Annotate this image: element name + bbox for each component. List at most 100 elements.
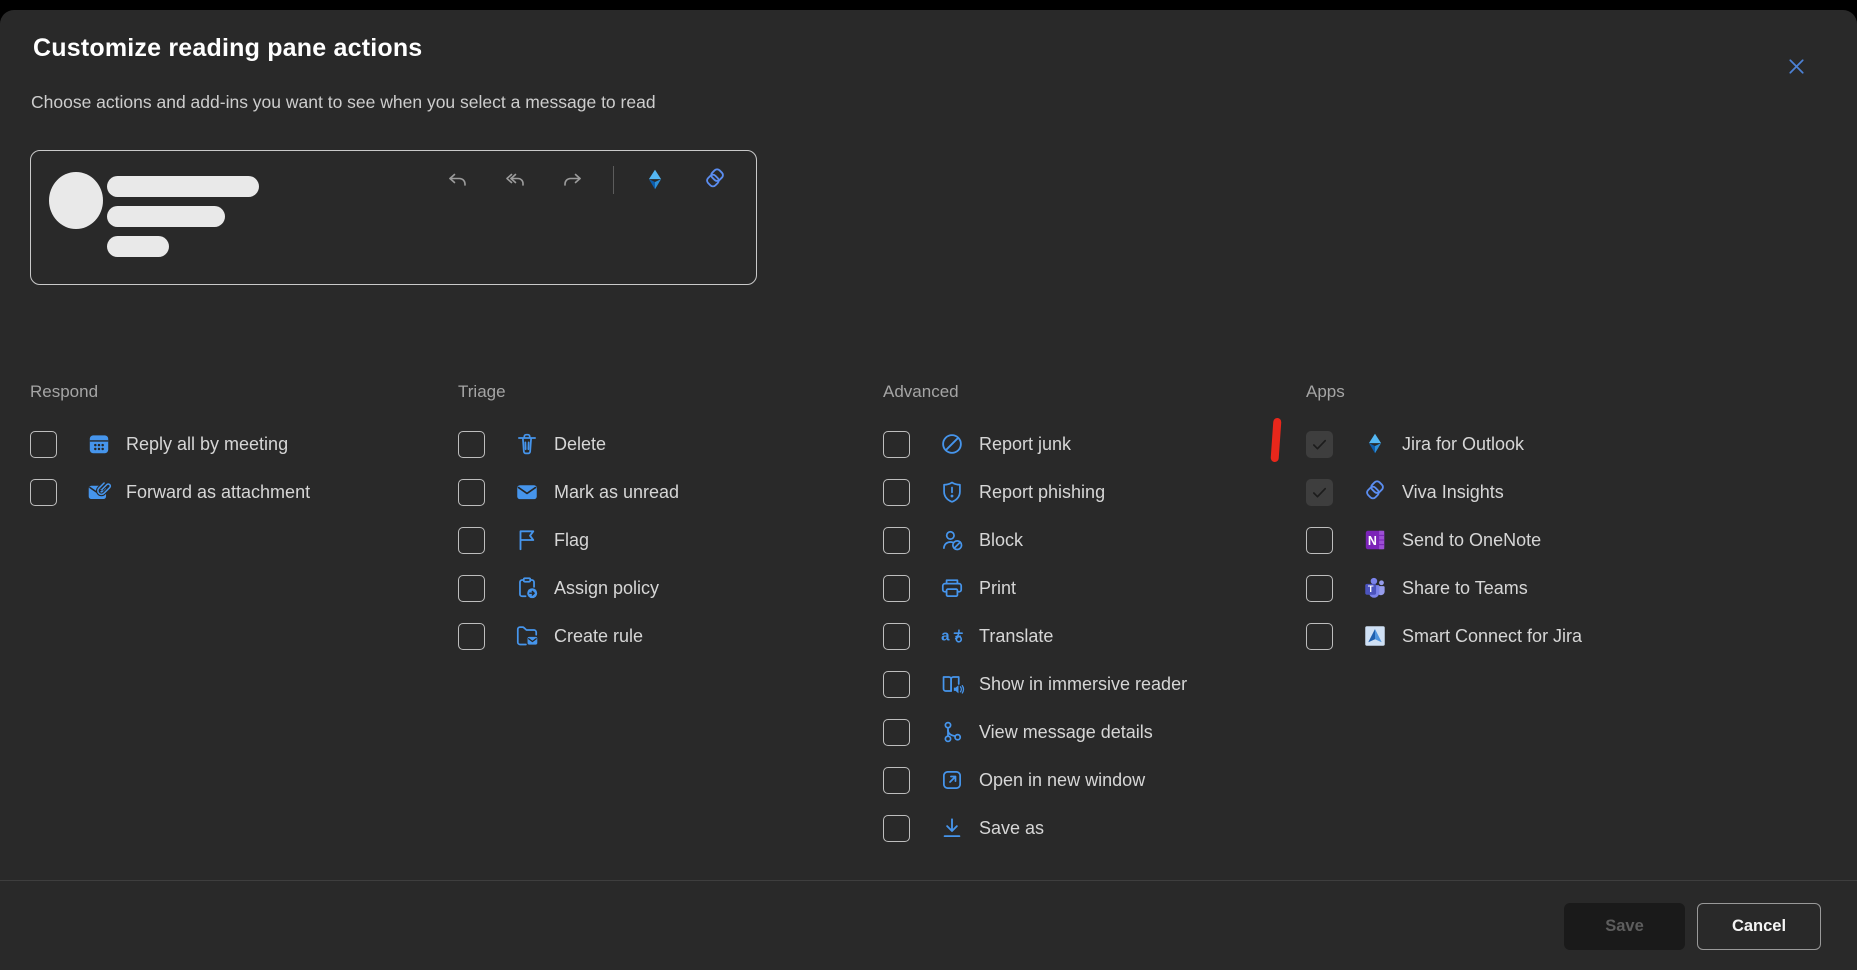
smart-connect-icon xyxy=(1362,623,1388,649)
toolbar-divider xyxy=(613,166,615,194)
row-reply-all-by-meeting: Reply all by meeting xyxy=(30,420,450,468)
row-smart-connect-for-jira: Smart Connect for Jira xyxy=(1306,612,1726,660)
item-label: Flag xyxy=(554,530,589,551)
reply-all-icon[interactable] xyxy=(503,168,527,192)
item-label: Block xyxy=(979,530,1023,551)
checkbox-flag[interactable] xyxy=(458,527,485,554)
item-label: Save as xyxy=(979,818,1044,839)
checkbox-viva-insights xyxy=(1306,479,1333,506)
row-create-rule: Create rule xyxy=(458,612,878,660)
item-label: Share to Teams xyxy=(1402,578,1528,599)
trash-icon xyxy=(514,431,540,457)
item-label: Reply all by meeting xyxy=(126,434,288,455)
calendar-reply-icon xyxy=(86,431,112,457)
item-label: Delete xyxy=(554,434,606,455)
open-window-icon xyxy=(939,767,965,793)
checkbox-report-phishing[interactable] xyxy=(883,479,910,506)
avatar xyxy=(49,172,103,229)
svg-text:T: T xyxy=(1368,584,1374,594)
item-label: Report junk xyxy=(979,434,1071,455)
checkbox-smart-connect-for-jira[interactable] xyxy=(1306,623,1333,650)
row-view-message-details: View message details xyxy=(883,708,1303,756)
printer-icon xyxy=(939,575,965,601)
item-label: Forward as attachment xyxy=(126,482,310,503)
item-label: Print xyxy=(979,578,1016,599)
row-report-phishing: Report phishing xyxy=(883,468,1303,516)
folder-rule-icon xyxy=(514,623,540,649)
section-respond: RespondReply all by meetingForward as at… xyxy=(30,382,450,516)
forward-icon[interactable] xyxy=(561,168,585,192)
section-triage: Triage Delete Mark as unread Flag Assign pol… xyxy=(458,382,878,660)
checkbox-open-in-new-window[interactable] xyxy=(883,767,910,794)
checkbox-show-in-immersive-reader[interactable] xyxy=(883,671,910,698)
checkbox-delete[interactable] xyxy=(458,431,485,458)
checkbox-share-to-teams[interactable] xyxy=(1306,575,1333,602)
item-label: Jira for Outlook xyxy=(1402,434,1524,455)
prohibited-icon xyxy=(939,431,965,457)
item-label: View message details xyxy=(979,722,1153,743)
reading-pane-preview-card xyxy=(30,150,757,285)
dialog-title: Customize reading pane actions xyxy=(33,34,422,63)
item-label: Viva Insights xyxy=(1402,482,1504,503)
teams-icon: T xyxy=(1362,575,1388,601)
checkbox-jira-for-outlook xyxy=(1306,431,1333,458)
svg-text:a: a xyxy=(941,627,950,644)
checkbox-reply-all-by-meeting[interactable] xyxy=(30,431,57,458)
checkbox-mark-as-unread[interactable] xyxy=(458,479,485,506)
checkbox-translate[interactable] xyxy=(883,623,910,650)
row-share-to-teams: T Share to Teams xyxy=(1306,564,1726,612)
person-block-icon xyxy=(939,527,965,553)
checkbox-assign-policy[interactable] xyxy=(458,575,485,602)
checkbox-report-junk[interactable] xyxy=(883,431,910,458)
section-advanced: Advanced Report junk Report phishing Block P… xyxy=(883,382,1303,852)
checkbox-block[interactable] xyxy=(883,527,910,554)
section-header-triage: Triage xyxy=(458,382,878,420)
onenote-icon: N xyxy=(1362,527,1388,553)
row-assign-policy: Assign policy xyxy=(458,564,878,612)
checkbox-create-rule[interactable] xyxy=(458,623,485,650)
viva-insights-icon xyxy=(1362,479,1388,505)
viva-insights-icon[interactable] xyxy=(702,167,728,193)
item-label: Report phishing xyxy=(979,482,1105,503)
checkbox-view-message-details[interactable] xyxy=(883,719,910,746)
cancel-button[interactable]: Cancel xyxy=(1697,903,1821,950)
row-send-to-onenote: N Send to OneNote xyxy=(1306,516,1726,564)
checkbox-forward-as-attachment[interactable] xyxy=(30,479,57,506)
row-show-in-immersive-reader: Show in immersive reader xyxy=(883,660,1303,708)
section-header-advanced: Advanced xyxy=(883,382,1303,420)
jira-icon xyxy=(1362,431,1388,457)
row-forward-as-attachment: Forward as attachment xyxy=(30,468,450,516)
close-icon xyxy=(1785,55,1808,78)
flag-icon xyxy=(514,527,540,553)
row-mark-as-unread: Mark as unread xyxy=(458,468,878,516)
reply-icon[interactable] xyxy=(445,168,469,192)
checkbox-send-to-onenote[interactable] xyxy=(1306,527,1333,554)
row-save-as: Save as xyxy=(883,804,1303,852)
checkbox-save-as[interactable] xyxy=(883,815,910,842)
item-label: Show in immersive reader xyxy=(979,674,1187,695)
row-flag: Flag xyxy=(458,516,878,564)
mail-attach-icon xyxy=(86,479,112,505)
jira-icon[interactable] xyxy=(642,167,668,193)
item-label: Send to OneNote xyxy=(1402,530,1541,551)
row-report-junk: Report junk xyxy=(883,420,1303,468)
row-viva-insights: Viva Insights xyxy=(1306,468,1726,516)
row-block: Block xyxy=(883,516,1303,564)
checkbox-print[interactable] xyxy=(883,575,910,602)
immersive-reader-icon xyxy=(939,671,965,697)
svg-text:N: N xyxy=(1368,534,1377,548)
item-label: Assign policy xyxy=(554,578,659,599)
dialog-surface: Customize reading pane actions Choose ac… xyxy=(0,10,1857,970)
save-button[interactable]: Save xyxy=(1564,903,1685,950)
translate-icon: a xyxy=(939,623,965,649)
dialog-subtitle: Choose actions and add-ins you want to s… xyxy=(31,92,656,113)
preview-toolbar xyxy=(445,166,729,194)
customize-reading-pane-dialog: Customize reading pane actions Choose ac… xyxy=(0,0,1857,970)
item-label: Smart Connect for Jira xyxy=(1402,626,1582,647)
close-button[interactable] xyxy=(1780,50,1812,82)
item-label: Mark as unread xyxy=(554,482,679,503)
row-jira-for-outlook: Jira for Outlook xyxy=(1306,420,1726,468)
footer-divider xyxy=(0,880,1857,881)
save-as-icon xyxy=(939,815,965,841)
skeleton-bar xyxy=(107,206,225,227)
